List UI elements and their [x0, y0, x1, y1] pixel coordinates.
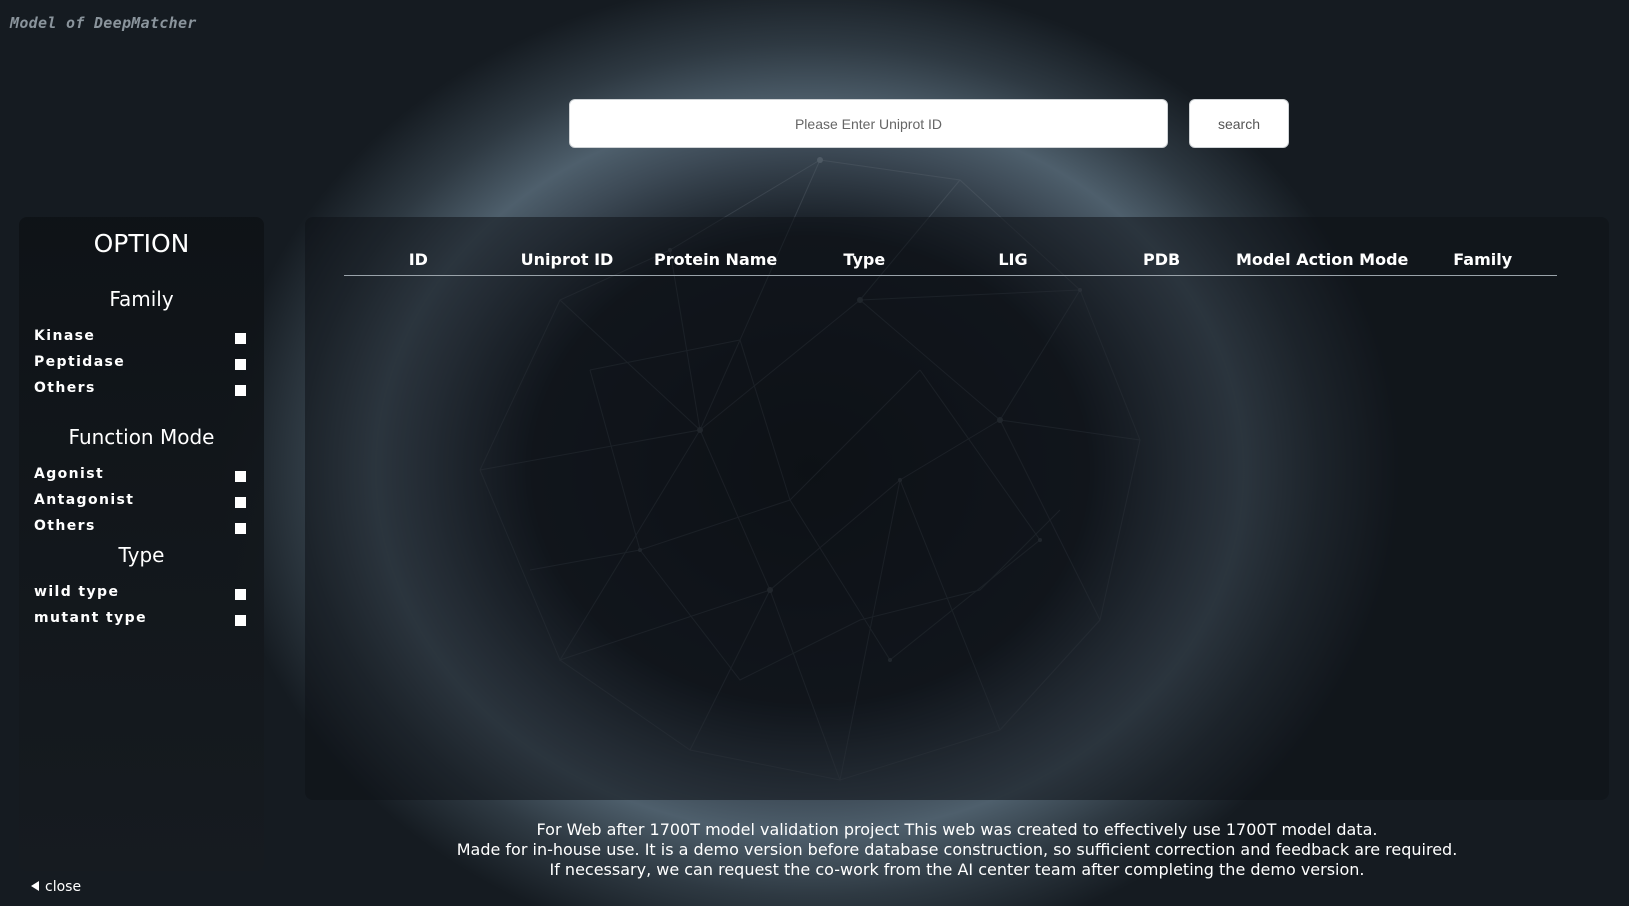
option-title: OPTION	[93, 229, 190, 258]
option-function-antagonist[interactable]: Antagonist	[34, 492, 246, 514]
caret-left-icon	[31, 881, 39, 891]
footer-line: If necessary, we can request the co-work…	[549, 860, 1365, 879]
column-header-model-action-mode[interactable]: Model Action Mode	[1236, 245, 1408, 275]
option-label: Others	[34, 380, 96, 396]
footer-notice: For Web after 1700T model validation pro…	[305, 820, 1609, 880]
results-table-panel: ID Uniprot ID Protein Name Type LIG PDB …	[305, 217, 1609, 800]
option-label: wild type	[34, 584, 120, 600]
app-title: Model of DeepMatcher	[10, 14, 197, 32]
option-function-others[interactable]: Others	[34, 518, 246, 540]
option-label: Peptidase	[34, 354, 126, 370]
wild-type-checkbox[interactable]	[235, 589, 246, 600]
column-header-type[interactable]: Type	[790, 245, 939, 275]
function-others-checkbox[interactable]	[235, 523, 246, 534]
table-header-row: ID Uniprot ID Protein Name Type LIG PDB …	[344, 245, 1557, 276]
antagonist-checkbox[interactable]	[235, 497, 246, 508]
option-label: Agonist	[34, 466, 105, 482]
agonist-checkbox[interactable]	[235, 471, 246, 482]
function-mode-section-title: Function Mode	[68, 425, 215, 449]
family-others-checkbox[interactable]	[235, 385, 246, 396]
uniprot-search-input[interactable]	[569, 99, 1168, 148]
option-type-wild[interactable]: wild type	[34, 584, 246, 606]
footer-line: Made for in-house use. It is a demo vers…	[456, 840, 1458, 859]
column-header-pdb[interactable]: PDB	[1087, 245, 1236, 275]
column-header-protein-name[interactable]: Protein Name	[641, 245, 790, 275]
column-header-family[interactable]: Family	[1408, 245, 1557, 275]
option-family-kinase[interactable]: Kinase	[34, 328, 246, 350]
option-family-peptidase[interactable]: Peptidase	[34, 354, 246, 376]
option-label: mutant type	[34, 610, 147, 626]
type-section-title: Type	[118, 543, 165, 567]
column-header-lig[interactable]: LIG	[939, 245, 1088, 275]
option-type-mutant[interactable]: mutant type	[34, 610, 246, 632]
option-label: Others	[34, 518, 96, 534]
footer-line: For Web after 1700T model validation pro…	[536, 820, 1378, 839]
option-label: Kinase	[34, 328, 96, 344]
search-button[interactable]: search	[1189, 99, 1289, 148]
column-header-id[interactable]: ID	[344, 245, 493, 275]
close-sidebar-button[interactable]: close	[31, 879, 81, 895]
column-header-uniprot-id[interactable]: Uniprot ID	[493, 245, 642, 275]
option-family-others[interactable]: Others	[34, 380, 246, 402]
peptidase-checkbox[interactable]	[235, 359, 246, 370]
option-label: Antagonist	[34, 492, 135, 508]
family-section-title: Family	[109, 287, 174, 311]
mutant-type-checkbox[interactable]	[235, 615, 246, 626]
kinase-checkbox[interactable]	[235, 333, 246, 344]
option-sidebar: OPTION Family Kinase Peptidase Others Fu…	[19, 217, 264, 871]
option-function-agonist[interactable]: Agonist	[34, 466, 246, 488]
close-label: close	[45, 879, 82, 895]
